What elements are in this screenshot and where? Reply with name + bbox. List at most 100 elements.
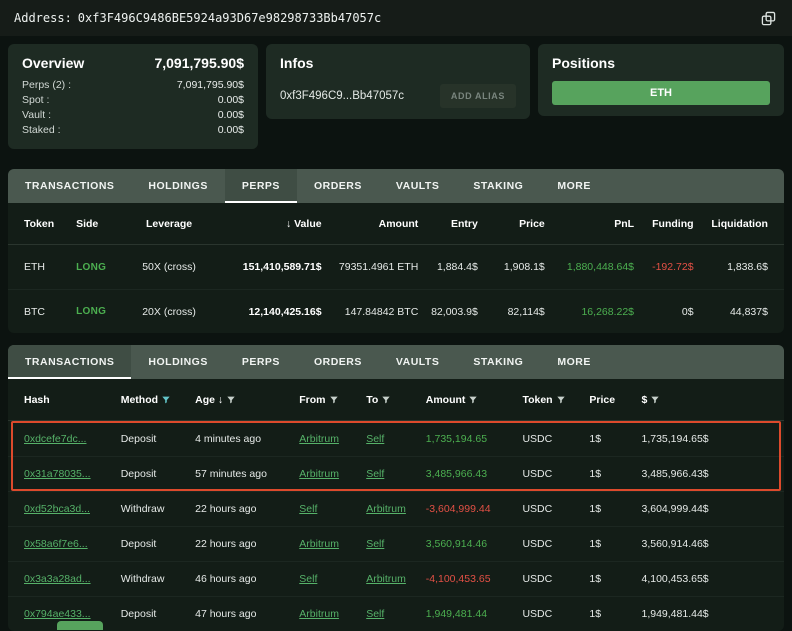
perps-row: ETHLONG50X (cross)151,410,589.71$79351.4…	[8, 245, 784, 289]
age-cell: 22 hours ago	[195, 503, 299, 515]
perps-cell-liquidation: 44,837$	[694, 306, 768, 318]
address-label: Address:	[14, 11, 72, 25]
overview-row: Spot :0.00$	[22, 93, 244, 108]
from-link[interactable]: Self	[299, 503, 366, 515]
perps-cell-liquidation: 1,838.6$	[694, 261, 768, 273]
perps-cell-pnl: 16,268.22$	[545, 306, 634, 318]
tab-more[interactable]: MORE	[540, 169, 608, 203]
amount-cell: 1,735,194.65	[426, 433, 523, 445]
perps-panel: TRANSACTIONSHOLDINGSPERPSORDERSVAULTSSTA…	[8, 169, 784, 333]
token-cell: USDC	[522, 433, 589, 445]
tx-header-method[interactable]: Method	[121, 394, 195, 406]
tx-header-age[interactable]: Age ↓	[195, 394, 299, 406]
tab-perps[interactable]: PERPS	[225, 169, 297, 203]
perps-cell-entry: 1,884.4$	[418, 261, 478, 273]
filter-icon[interactable]	[162, 396, 170, 404]
positions-title: Positions	[552, 55, 770, 71]
hash-link[interactable]: 0x31a78035...	[24, 468, 121, 480]
from-link[interactable]: Arbitrum	[299, 538, 366, 550]
add-alias-button[interactable]: ADD ALIAS	[440, 84, 516, 108]
bottom-partial-button[interactable]	[57, 621, 103, 630]
tx-header-amount[interactable]: Amount	[426, 394, 523, 406]
hash-link[interactable]: 0x3a3a28ad...	[24, 573, 121, 585]
header-label: Price	[589, 394, 615, 406]
filter-icon[interactable]	[557, 396, 565, 404]
filter-icon[interactable]	[330, 396, 338, 404]
age-cell: 47 hours ago	[195, 608, 299, 620]
tab-transactions[interactable]: TRANSACTIONS	[8, 169, 131, 203]
overview-row-label: Vault :	[22, 108, 51, 123]
price-cell: 1$	[589, 608, 641, 620]
usd-cell: 4,100,453.65$	[641, 573, 767, 585]
amount-cell: 1,949,481.44	[426, 608, 523, 620]
header-label: Age ↓	[195, 394, 223, 406]
to-link[interactable]: Arbitrum	[366, 573, 426, 585]
position-token-button-eth[interactable]: ETH	[552, 81, 770, 105]
tab-orders[interactable]: ORDERS	[297, 345, 379, 379]
usd-cell: 3,560,914.46$	[641, 538, 767, 550]
amount-cell: -4,100,453.65	[426, 573, 523, 585]
amount-cell: 3,485,966.43	[426, 468, 523, 480]
filter-icon[interactable]	[227, 396, 235, 404]
header-label: Amount	[426, 394, 466, 406]
copy-address-button[interactable]	[759, 9, 778, 28]
hash-link[interactable]: 0x794ae433...	[24, 608, 121, 620]
age-cell: 4 minutes ago	[195, 433, 299, 445]
tx-header-to[interactable]: To	[366, 394, 426, 406]
tab-staking[interactable]: STAKING	[456, 169, 540, 203]
perps-header-liquidation: Liquidation	[694, 218, 768, 230]
tab-vaults[interactable]: VAULTS	[379, 169, 456, 203]
tab-vaults[interactable]: VAULTS	[379, 345, 456, 379]
tab-orders[interactable]: ORDERS	[297, 169, 379, 203]
overview-row: Perps (2) :7,091,795.90$	[22, 78, 244, 93]
overview-row-value: 0.00$	[218, 93, 244, 108]
perps-table-body: ETHLONG50X (cross)151,410,589.71$79351.4…	[8, 245, 784, 333]
tab-more[interactable]: MORE	[540, 345, 608, 379]
token-cell: USDC	[522, 608, 589, 620]
transaction-row: 0xd52bca3d...Withdraw22 hours agoSelfArb…	[8, 491, 784, 526]
filter-icon[interactable]	[469, 396, 477, 404]
transaction-row: 0x31a78035...Deposit57 minutes agoArbitr…	[8, 456, 784, 491]
copy-icon	[761, 11, 776, 26]
tab-perps[interactable]: PERPS	[225, 345, 297, 379]
perps-cell-leverage: 20X (cross)	[128, 306, 210, 318]
transaction-row: 0xdcefe7dc...Deposit4 minutes agoArbitru…	[8, 421, 784, 456]
from-link[interactable]: Arbitrum	[299, 433, 366, 445]
perps-cell-value: 151,410,589.71$	[210, 261, 322, 273]
hash-link[interactable]: 0xd52bca3d...	[24, 503, 121, 515]
hash-link[interactable]: 0xdcefe7dc...	[24, 433, 121, 445]
token-cell: USDC	[522, 468, 589, 480]
perps-header-value[interactable]: ↓ Value	[210, 218, 322, 230]
tx-header-hash: Hash	[24, 394, 121, 406]
tab-holdings[interactable]: HOLDINGS	[131, 345, 224, 379]
filter-icon[interactable]	[382, 396, 390, 404]
tab-transactions[interactable]: TRANSACTIONS	[8, 345, 131, 379]
age-cell: 46 hours ago	[195, 573, 299, 585]
from-link[interactable]: Self	[299, 573, 366, 585]
overview-breakdown: Perps (2) :7,091,795.90$Spot :0.00$Vault…	[22, 78, 244, 138]
to-link[interactable]: Arbitrum	[366, 503, 426, 515]
token-cell: USDC	[522, 538, 589, 550]
transactions-panel: TRANSACTIONSHOLDINGSPERPSORDERSVAULTSSTA…	[8, 345, 784, 631]
from-link[interactable]: Arbitrum	[299, 608, 366, 620]
to-link[interactable]: Self	[366, 608, 426, 620]
usd-cell: 1,949,481.44$	[641, 608, 767, 620]
tx-header-from[interactable]: From	[299, 394, 366, 406]
tab-staking[interactable]: STAKING	[456, 345, 540, 379]
token-cell: USDC	[522, 503, 589, 515]
tab-holdings[interactable]: HOLDINGS	[131, 169, 224, 203]
filter-icon[interactable]	[651, 396, 659, 404]
perps-cell-amount: 147.84842 BTC	[322, 306, 419, 318]
to-link[interactable]: Self	[366, 538, 426, 550]
wallet-address: Address:0xf3F496C9486BE5924a93D67e982987…	[14, 11, 381, 25]
tx-header-token[interactable]: Token	[522, 394, 589, 406]
from-link[interactable]: Arbitrum	[299, 468, 366, 480]
to-link[interactable]: Self	[366, 433, 426, 445]
hash-link[interactable]: 0x58a6f7e6...	[24, 538, 121, 550]
perps-header-price: Price	[478, 218, 545, 230]
address-bar: Address:0xf3F496C9486BE5924a93D67e982987…	[0, 0, 792, 36]
perps-table-header: TokenSideLeverage↓ ValueAmountEntryPrice…	[8, 203, 784, 245]
perps-cell-token: BTC	[24, 306, 76, 318]
to-link[interactable]: Self	[366, 468, 426, 480]
tx-header-usd[interactable]: $	[641, 394, 767, 406]
